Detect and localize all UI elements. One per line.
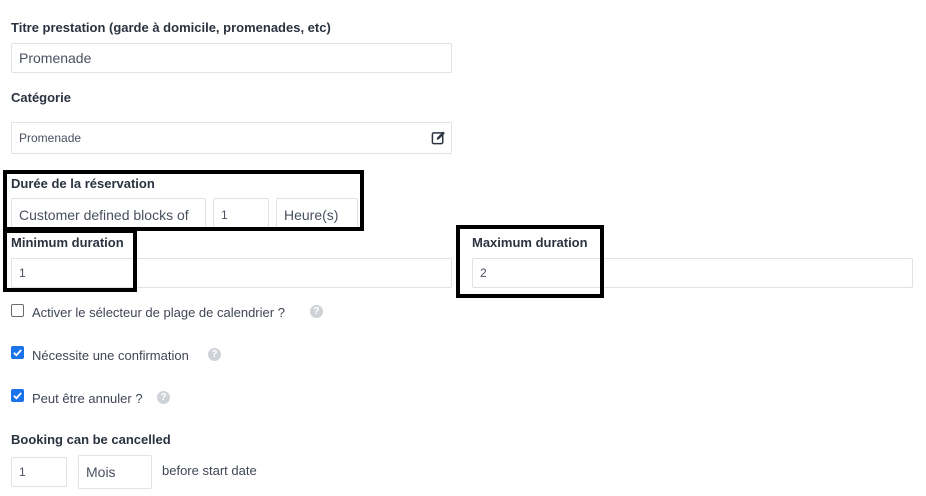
service-title-input[interactable]: Promenade [11,43,452,73]
edit-icon[interactable] [431,130,446,145]
checkmark-icon [13,349,22,357]
can-cancel-label: Peut être annuler ? [32,391,143,406]
cancellation-unit-select[interactable]: Mois [78,455,152,489]
category-value: Promenade [19,131,82,145]
requires-confirmation-label: Nécessite une confirmation [32,348,189,363]
highlight-box-booking-duration [3,170,364,231]
calendar-range-label: Activer le sélecteur de plage de calendr… [32,305,285,320]
checkmark-icon [13,392,22,400]
highlight-box-minimum-duration [3,229,137,292]
category-select[interactable]: Promenade [11,122,452,154]
calendar-range-checkbox[interactable] [11,304,24,317]
cancellation-suffix: before start date [162,463,257,478]
cancellation-label: Booking can be cancelled [11,432,171,447]
help-icon[interactable]: ? [157,391,170,404]
requires-confirmation-checkbox[interactable] [11,346,24,359]
cancellation-amount-input[interactable]: 1 [11,457,67,487]
help-icon[interactable]: ? [310,305,323,318]
service-title-label: Titre prestation (garde à domicile, prom… [11,20,331,35]
can-cancel-checkbox[interactable] [11,389,24,402]
highlight-box-maximum-duration [456,225,604,298]
help-icon[interactable]: ? [208,348,221,361]
category-label: Catégorie [11,90,71,105]
